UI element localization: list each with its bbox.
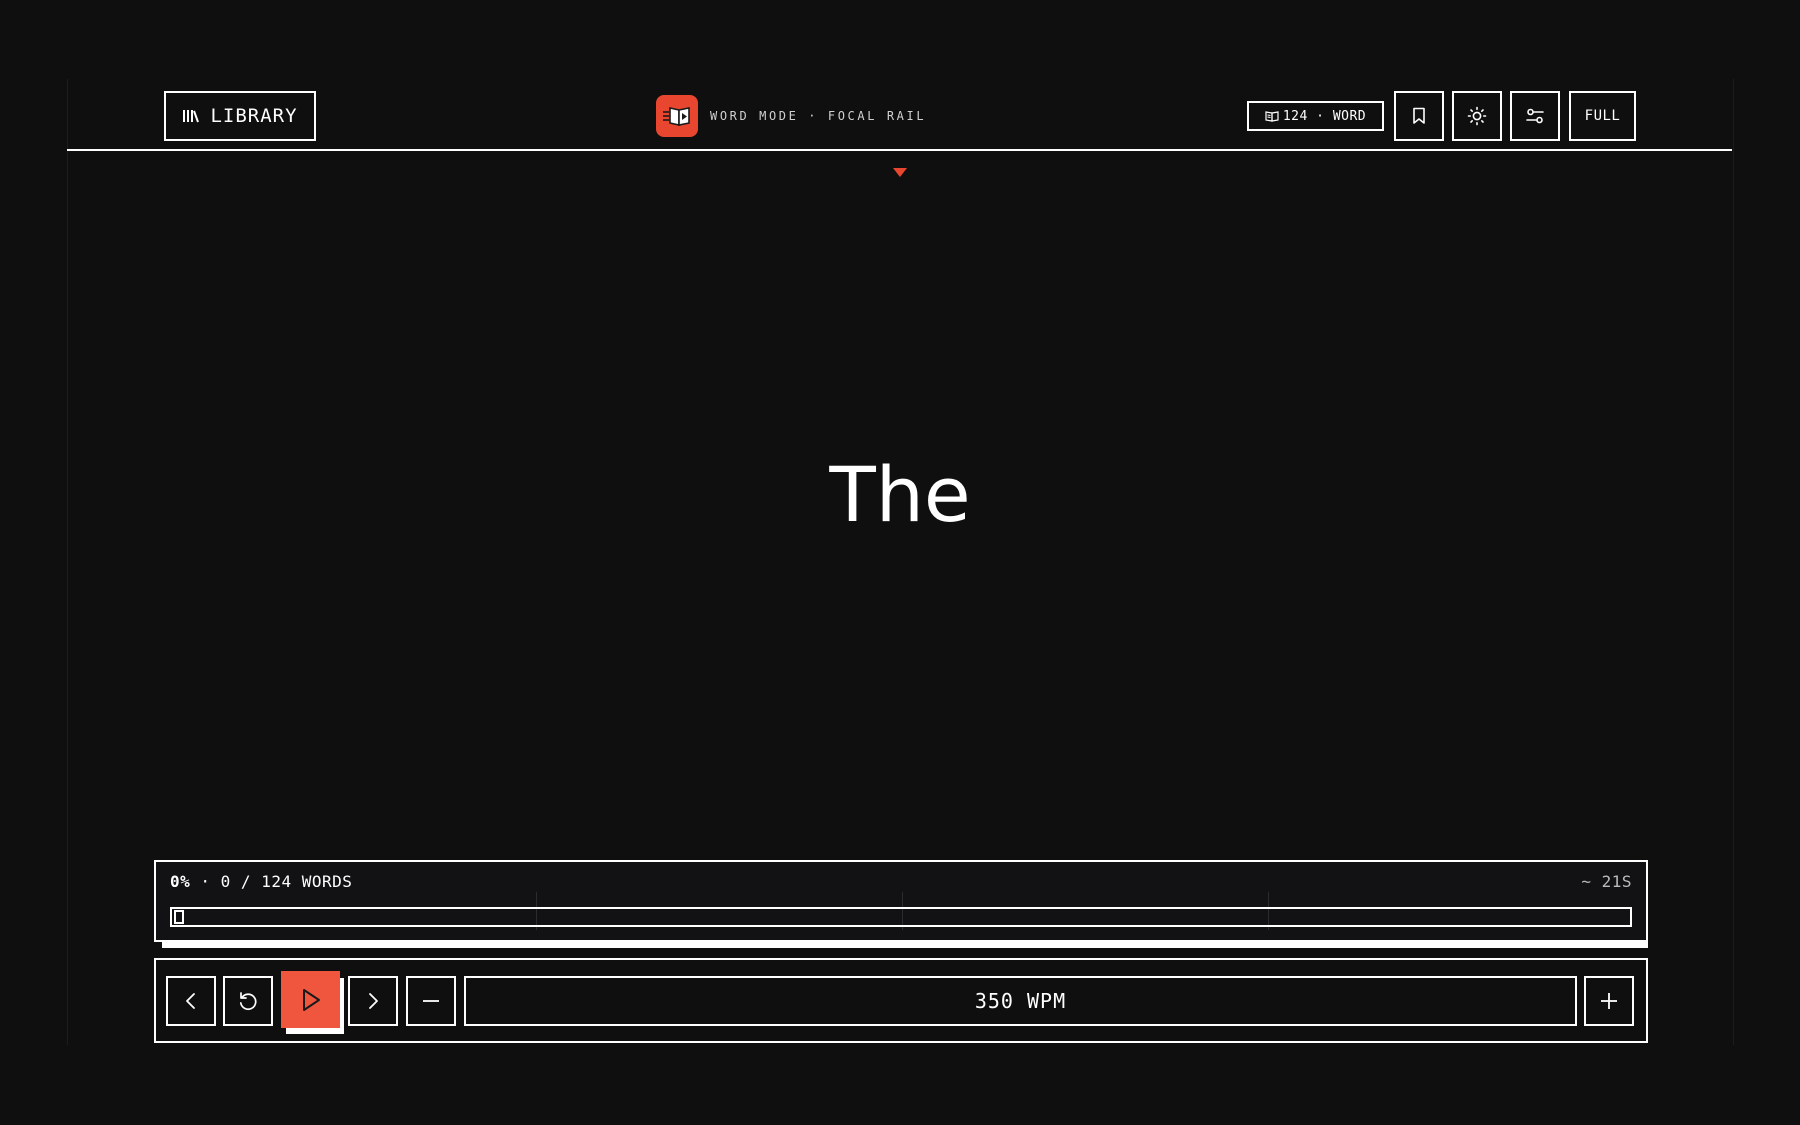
minus-icon <box>422 999 440 1003</box>
sun-icon <box>1467 106 1487 126</box>
bookmark-button[interactable] <box>1394 91 1444 141</box>
time-remaining: ~ 21S <box>1581 872 1632 891</box>
wpm-label: 350 WPM <box>974 989 1067 1013</box>
settings-button[interactable] <box>1510 91 1560 141</box>
library-button[interactable]: LIBRARY <box>164 91 316 141</box>
fullscreen-button[interactable]: FULL <box>1569 91 1636 141</box>
progress-word-count: · 0 / 124 WORDS <box>190 872 353 891</box>
word-count-label: 124 · WORD <box>1282 108 1367 124</box>
chevron-left-icon <box>184 992 198 1010</box>
next-word-button[interactable] <box>348 976 398 1026</box>
theme-button[interactable] <box>1452 91 1502 141</box>
bookmark-icon <box>1411 107 1427 125</box>
progress-track[interactable] <box>170 907 1632 927</box>
progress-panel: 0% · 0 / 124 WORDS ~ 21S <box>154 860 1648 942</box>
restart-button[interactable] <box>223 976 273 1026</box>
rotate-ccw-icon <box>237 990 259 1012</box>
book-open-icon <box>1265 110 1279 122</box>
plus-icon <box>1600 992 1618 1010</box>
previous-word-button[interactable] <box>166 976 216 1026</box>
decrease-speed-button[interactable] <box>406 976 456 1026</box>
fullscreen-label: FULL <box>1584 108 1621 124</box>
library-icon <box>182 108 200 124</box>
word-count-chip[interactable]: 124 · WORD <box>1247 101 1384 131</box>
wpm-display[interactable]: 350 WPM <box>464 976 1577 1026</box>
progress-percent: 0% <box>170 872 191 891</box>
mode-label: WORD MODE · FOCAL RAIL <box>710 109 927 123</box>
brand: WORD MODE · FOCAL RAIL <box>656 94 926 138</box>
play-icon <box>299 987 323 1013</box>
library-label: LIBRARY <box>210 105 298 127</box>
current-word: The <box>829 450 971 539</box>
progress-thumb[interactable] <box>174 910 184 924</box>
progress-status: 0% · 0 / 124 WORDS <box>170 872 352 891</box>
increase-speed-button[interactable] <box>1584 976 1634 1026</box>
play-button[interactable] <box>281 971 340 1028</box>
sliders-icon <box>1525 107 1545 125</box>
book-play-icon <box>656 95 698 137</box>
chevron-right-icon <box>366 992 380 1010</box>
focal-marker <box>893 168 907 177</box>
